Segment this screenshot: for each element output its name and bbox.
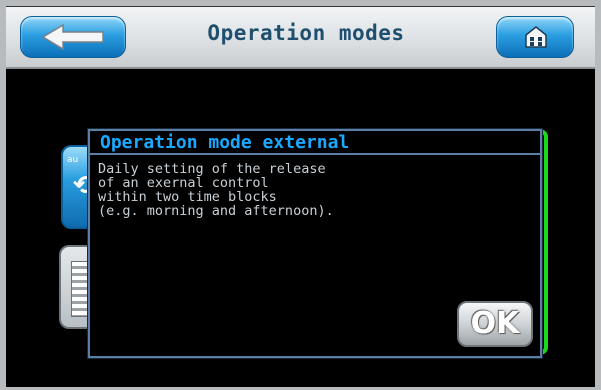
ok-button[interactable]: OK (457, 301, 533, 347)
touch-screen: Operation modes au ⟲ Operation mode exte… (6, 6, 595, 387)
info-dialog: Operation mode external Daily setting of… (88, 129, 542, 358)
body-line: (e.g. morning and afternoon). (98, 203, 334, 219)
dialog-title: Operation mode external (90, 131, 540, 155)
page-title: Operation modes (207, 21, 405, 45)
device-frame: Operation modes au ⟲ Operation mode exte… (0, 0, 601, 390)
back-arrow-icon (41, 24, 104, 50)
back-button[interactable] (20, 16, 126, 58)
home-button[interactable] (496, 16, 574, 58)
home-icon (525, 26, 547, 48)
auto-mode-icon: au (67, 155, 79, 165)
dialog-body-text: Daily setting of the release of an exern… (98, 162, 528, 218)
header-bar: Operation modes (6, 7, 595, 69)
